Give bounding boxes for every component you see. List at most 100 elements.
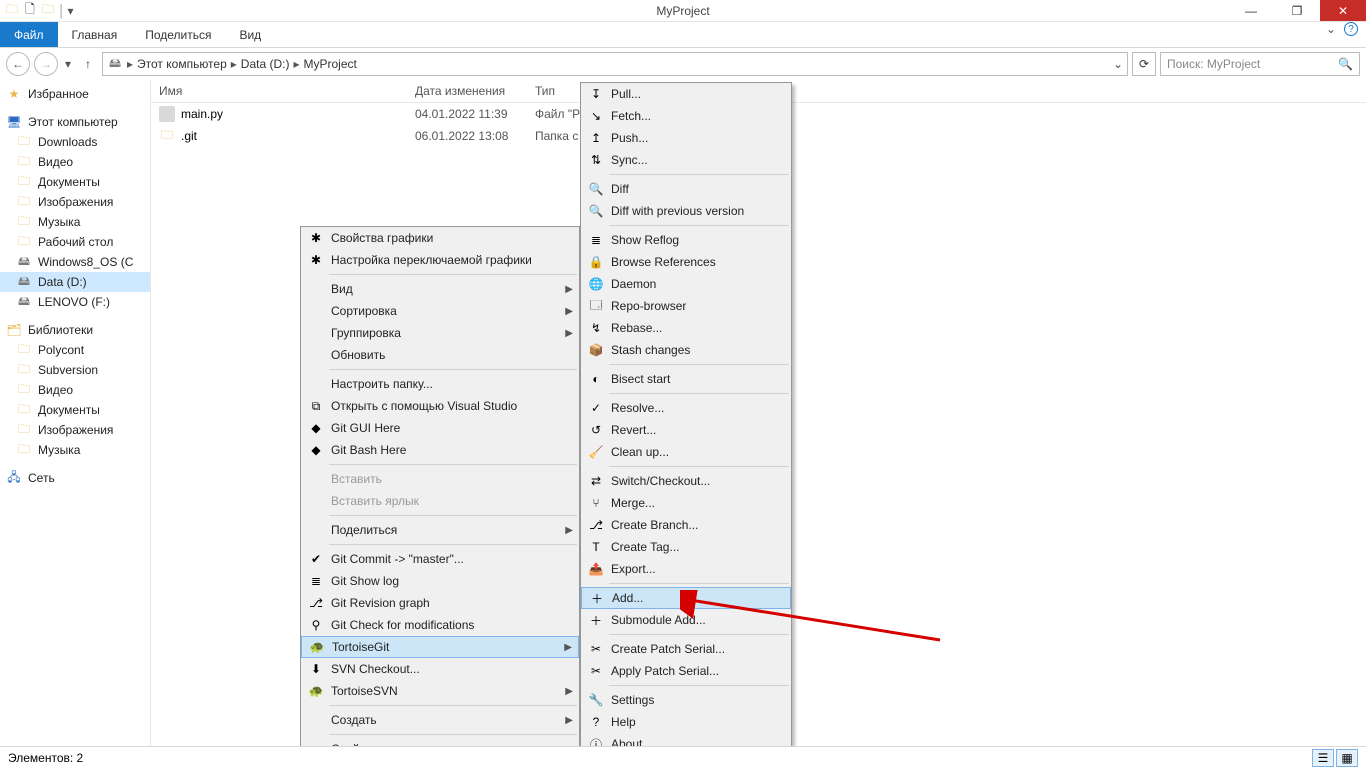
sidebar-item[interactable]: 🗀Изображения — [0, 420, 150, 440]
sidebar-item[interactable]: 🗀Polycont — [0, 340, 150, 360]
sidebar-item[interactable]: 🗀Видео — [0, 380, 150, 400]
address-bar[interactable]: 🖴 ▸ Этот компьютер▸ Data (D:)▸ MyProject… — [102, 52, 1128, 76]
sidebar-item[interactable]: 🖴Windows8_OS (C — [0, 252, 150, 272]
menu-item[interactable]: ⎇Git Revision graph — [301, 592, 579, 614]
breadcrumb[interactable]: MyProject — [304, 57, 357, 71]
maximize-button[interactable]: ❐ — [1274, 0, 1320, 21]
menu-item[interactable]: 🔒Browse References — [581, 251, 791, 273]
history-dropdown-icon[interactable]: ▾ — [62, 57, 74, 71]
menu-item[interactable]: 🧹Clean up... — [581, 441, 791, 463]
ribbon-tab-view[interactable]: Вид — [225, 22, 275, 47]
new-folder-icon[interactable]: 🗋 — [22, 3, 38, 19]
menu-item[interactable]: Вставить — [301, 468, 579, 490]
menu-item[interactable]: 🔧Settings — [581, 689, 791, 711]
menu-item[interactable]: ?Help — [581, 711, 791, 733]
qat-dropdown-icon[interactable]: ▾ — [68, 4, 74, 18]
menu-item[interactable]: ✂Apply Patch Serial... — [581, 660, 791, 682]
menu-item[interactable]: ⇄Switch/Checkout... — [581, 470, 791, 492]
menu-item[interactable]: Поделиться▶ — [301, 519, 579, 541]
sidebar-libraries[interactable]: 🗂Библиотеки — [0, 320, 150, 340]
chevron-right-icon[interactable]: ▸ — [127, 57, 133, 71]
menu-item[interactable]: 📤Export... — [581, 558, 791, 580]
menu-item[interactable]: ✂Create Patch Serial... — [581, 638, 791, 660]
menu-item[interactable]: ↥Push... — [581, 127, 791, 149]
menu-item[interactable]: Обновить — [301, 344, 579, 366]
menu-item[interactable]: ≣Show Reflog — [581, 229, 791, 251]
search-input[interactable]: Поиск: MyProject 🔍 — [1160, 52, 1360, 76]
sidebar-item[interactable]: 🗀Документы — [0, 172, 150, 192]
menu-item[interactable]: ⎇Create Branch... — [581, 514, 791, 536]
sidebar-item[interactable]: 🗀Изображения — [0, 192, 150, 212]
column-date[interactable]: Дата изменения — [415, 84, 535, 98]
menu-item[interactable]: ↧Pull... — [581, 83, 791, 105]
menu-item[interactable]: ↘Fetch... — [581, 105, 791, 127]
ribbon-file-tab[interactable]: Файл — [0, 22, 58, 47]
menu-item[interactable]: Создать▶ — [301, 709, 579, 731]
submenu-tortoisegit[interactable]: ↧Pull...↘Fetch...↥Push...⇅Sync... 🔍Diff🔍D… — [580, 82, 792, 756]
breadcrumb[interactable]: Этот компьютер▸ — [137, 57, 237, 71]
menu-item-label: Repo-browser — [607, 299, 785, 313]
ribbon-expand-icon[interactable]: ⌄ — [1326, 22, 1336, 36]
sidebar-item[interactable]: 🗀Документы — [0, 400, 150, 420]
sidebar-item[interactable]: 🖴LENOVO (F:) — [0, 292, 150, 312]
sidebar-item[interactable]: 🗀Subversion — [0, 360, 150, 380]
menu-item[interactable]: ✓Resolve... — [581, 397, 791, 419]
menu-item[interactable]: ⇅Sync... — [581, 149, 791, 171]
menu-item[interactable]: 🗔Repo-browser — [581, 295, 791, 317]
back-button[interactable]: ← — [6, 52, 30, 76]
address-dropdown-icon[interactable]: ⌄ — [1113, 57, 1123, 71]
menu-item[interactable]: ＋Submodule Add... — [581, 609, 791, 631]
menu-item[interactable]: 🌐Daemon — [581, 273, 791, 295]
sidebar-computer[interactable]: 🖥Этот компьютер — [0, 112, 150, 132]
menu-item[interactable]: ＋Add... — [581, 587, 791, 609]
menu-item[interactable]: ⬇SVN Checkout... — [301, 658, 579, 680]
open-folder-icon[interactable]: 🗀 — [40, 3, 56, 19]
menu-item[interactable]: ↺Revert... — [581, 419, 791, 441]
menu-item[interactable]: ⚲Git Check for modifications — [301, 614, 579, 636]
view-details-button[interactable]: ☰ — [1312, 749, 1334, 767]
menu-item[interactable]: ✔Git Commit -> "master"... — [301, 548, 579, 570]
sidebar-item[interactable]: 🗀Музыка — [0, 212, 150, 232]
menu-item[interactable]: ✱Свойства графики — [301, 227, 579, 249]
context-menu[interactable]: ✱Свойства графики✱Настройка переключаемо… — [300, 226, 580, 761]
minimize-button[interactable]: — — [1228, 0, 1274, 21]
menu-item[interactable]: Настроить папку... — [301, 373, 579, 395]
sidebar-item[interactable]: 🗀Музыка — [0, 440, 150, 460]
menu-item[interactable]: TCreate Tag... — [581, 536, 791, 558]
close-button[interactable]: ✕ — [1320, 0, 1366, 21]
breadcrumb[interactable]: Data (D:)▸ — [241, 57, 300, 71]
menu-item[interactable]: Вставить ярлык — [301, 490, 579, 512]
sidebar-item[interactable]: 🗀Видео — [0, 152, 150, 172]
menu-item[interactable]: 🐢TortoiseGit▶ — [301, 636, 579, 658]
menu-item[interactable]: Группировка▶ — [301, 322, 579, 344]
menu-item[interactable]: ≣Git Show log — [301, 570, 579, 592]
menu-item[interactable]: ◆Git Bash Here — [301, 439, 579, 461]
menu-item[interactable]: Вид▶ — [301, 278, 579, 300]
menu-item[interactable]: ◆Git GUI Here — [301, 417, 579, 439]
menu-item-label: Свойства графики — [327, 231, 573, 245]
menu-item[interactable]: Сортировка▶ — [301, 300, 579, 322]
sidebar-item-selected[interactable]: 🖴Data (D:) — [0, 272, 150, 292]
forward-button[interactable]: → — [34, 52, 58, 76]
help-icon[interactable]: ? — [1344, 22, 1358, 36]
refresh-button[interactable]: ⟳ — [1132, 52, 1156, 76]
up-button[interactable]: ↑ — [78, 54, 98, 74]
menu-item[interactable]: 🐢TortoiseSVN▶ — [301, 680, 579, 702]
ribbon-tab-share[interactable]: Поделиться — [131, 22, 225, 47]
sidebar-item[interactable]: 🗀Рабочий стол — [0, 232, 150, 252]
sidebar-network[interactable]: 🖧Сеть — [0, 468, 150, 488]
menu-item-icon: ◆ — [305, 421, 327, 435]
ribbon-tab-home[interactable]: Главная — [58, 22, 132, 47]
menu-item[interactable]: ✱Настройка переключаемой графики — [301, 249, 579, 271]
sidebar-item[interactable]: 🗀Downloads — [0, 132, 150, 152]
menu-item[interactable]: 🔍Diff — [581, 178, 791, 200]
menu-item[interactable]: ↯Rebase... — [581, 317, 791, 339]
menu-item[interactable]: ⑂Merge... — [581, 492, 791, 514]
column-name[interactable]: Имя — [159, 84, 415, 98]
sidebar-favorites[interactable]: ★Избранное — [0, 84, 150, 104]
view-icons-button[interactable]: ▦ — [1336, 749, 1358, 767]
menu-item[interactable]: ◐Bisect start — [581, 368, 791, 390]
menu-item[interactable]: 📦Stash changes — [581, 339, 791, 361]
menu-item[interactable]: 🔍Diff with previous version — [581, 200, 791, 222]
menu-item[interactable]: ⧉Открыть с помощью Visual Studio — [301, 395, 579, 417]
